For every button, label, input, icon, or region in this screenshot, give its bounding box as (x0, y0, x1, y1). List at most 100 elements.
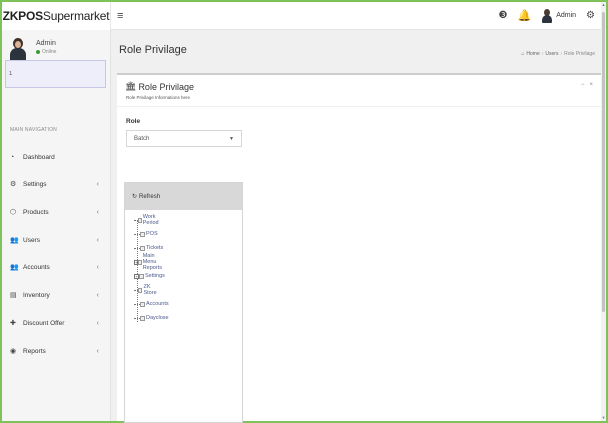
user-status: Online (36, 49, 56, 55)
sidebar-item-products[interactable]: ⬡ Products ‹ (2, 205, 111, 219)
tree-item-work-period[interactable]: Work Period (134, 214, 162, 226)
top-navbar: ≡ ❸ 🔔 Admin ⚙ (111, 2, 603, 30)
tree-item-settings[interactable]: + Settings (134, 272, 165, 280)
users-icon: 👥 (10, 264, 19, 271)
home-icon: ⌂ (521, 51, 525, 57)
checkbox[interactable] (138, 259, 142, 265)
checkbox[interactable] (140, 315, 145, 321)
box-tools: − × (581, 82, 593, 88)
tree-item-label: POS (146, 231, 158, 237)
role-privilage-box: 🏛 Role Privilage Role Privilage Informat… (117, 73, 603, 423)
breadcrumb-users[interactable]: Users (545, 51, 558, 57)
refresh-label: Refresh (139, 193, 161, 200)
main-content: Role Privilage ⌂ Home › Users › Role Pri… (111, 30, 603, 423)
chevron-left-icon: ‹ (96, 263, 99, 271)
breadcrumb-current: Role Privilage (564, 51, 595, 57)
tree-item-label: ZK Store (143, 284, 157, 296)
sidebar-item-dashboard[interactable]: ◔ Dashboard (2, 150, 111, 164)
scroll-down-icon[interactable]: ▼ (601, 415, 606, 421)
caret-down-icon: ▼ (229, 135, 234, 142)
tree-item-zk-store[interactable]: ZK Store (134, 284, 159, 296)
brand-bold: ZKPOS (2, 9, 44, 23)
sidebar-search-box[interactable] (5, 60, 106, 88)
sidebar-item-users[interactable]: 👥 Users ‹ (2, 233, 111, 247)
chevron-left-icon: ‹ (96, 236, 99, 244)
tree-item-tickets[interactable]: Tickets (134, 244, 163, 252)
close-icon[interactable]: × (589, 82, 593, 88)
user-menu-name: Admin (556, 12, 577, 19)
sidebar-item-inventory[interactable]: ▤ Inventory ‹ (2, 288, 111, 302)
brand-logo[interactable]: ZKPOS Supermarket (2, 2, 111, 30)
checkbox[interactable] (140, 231, 145, 237)
sidebar-search-input[interactable] (6, 61, 105, 87)
chevron-left-icon: ‹ (96, 319, 99, 327)
breadcrumb-home[interactable]: Home (526, 51, 539, 57)
tree-refresh-bar[interactable]: ↻ Refresh (125, 183, 242, 210)
sidebar-item-label: Discount Offer (23, 319, 65, 327)
sidebar-item-label: Inventory (23, 291, 50, 299)
gears-icon[interactable]: ⚙ (586, 10, 595, 21)
sidebar-item-reports[interactable]: ◉ Reports ‹ (2, 344, 111, 358)
sidebar-item-label: Users (23, 236, 40, 244)
tree-item-label: Tickets (146, 245, 164, 251)
role-select-value: Batch (134, 135, 150, 142)
role-label: Role (126, 118, 141, 125)
plus-icon: ✚ (10, 320, 16, 327)
sidebar-item-discount-offer[interactable]: ✚ Discount Offer ‹ (2, 316, 111, 330)
tree-item-dayclose[interactable]: Dayclose (134, 314, 169, 322)
chevron-left-icon: ‹ (96, 208, 99, 216)
checkbox[interactable] (138, 287, 143, 293)
sidebar-item-label: Settings (23, 180, 47, 188)
cube-icon: ⬡ (10, 209, 17, 216)
refresh-icon: ↻ (132, 194, 138, 200)
breadcrumb-separator: › (541, 51, 544, 57)
page-title: Role Privilage (119, 44, 187, 56)
checkbox[interactable] (139, 273, 144, 279)
sidebar-item-label: Reports (23, 347, 46, 355)
tree-item-accounts[interactable]: Accounts (134, 300, 169, 308)
privilege-tree-panel: ↻ Refresh Work Period POS Tickets + Main… (124, 182, 243, 423)
user-menu[interactable]: Admin (541, 8, 577, 23)
sidebar-item-label: Accounts (23, 263, 50, 271)
bank-icon: 🏛 (125, 81, 137, 91)
avatar (10, 38, 26, 62)
status-dot-icon (36, 50, 40, 54)
sidebar: Admin Online MAIN NAVIGATION ◔ Dashboard… (2, 30, 111, 421)
scroll-up-icon[interactable]: ▲ (601, 2, 606, 8)
users-icon: 👥 (10, 237, 19, 244)
chevron-left-icon: ‹ (96, 291, 99, 299)
nav-header: MAIN NAVIGATION (10, 127, 57, 133)
page-scrollbar[interactable]: ▲ ▼ (601, 2, 606, 421)
checkbox[interactable] (140, 245, 145, 251)
collapse-icon[interactable]: − (581, 82, 585, 88)
tree-item-pos[interactable]: POS (134, 230, 158, 238)
gear-icon: ⚙ (10, 181, 17, 188)
user-panel-name: Admin (36, 40, 56, 47)
box-subtitle: Role Privilage Informations here (126, 95, 191, 100)
avatar (541, 8, 553, 23)
bell-icon[interactable]: 🔔 (517, 9, 531, 22)
sidebar-item-label: Dashboard (23, 153, 55, 161)
box-title: 🏛 Role Privilage (125, 81, 194, 92)
sidebar-item-accounts[interactable]: 👥 Accounts ‹ (2, 260, 111, 274)
checkbox[interactable] (140, 301, 145, 307)
user-panel: Admin Online (2, 30, 111, 88)
inventory-icon: ▤ (10, 292, 17, 299)
eye-icon: ◉ (10, 348, 17, 355)
role-select[interactable]: Batch ▼ (126, 130, 242, 147)
hamburger-icon[interactable]: ≡ (117, 10, 123, 22)
breadcrumb-separator: › (560, 51, 563, 57)
box-title-text: Role Privilage (138, 81, 194, 92)
info-icon[interactable]: ❸ (499, 10, 508, 21)
tree-item-main-menu-reports[interactable]: + Main Menu Reports (134, 253, 164, 271)
checkbox[interactable] (137, 217, 142, 223)
scrollbar-thumb[interactable] (602, 12, 605, 312)
tree-item-label: Settings (145, 273, 165, 279)
tree-item-label: Dayclose (146, 315, 169, 321)
sidebar-item-settings[interactable]: ⚙ Settings ‹ (2, 177, 111, 191)
user-status-label: Online (42, 49, 57, 55)
brand-rest: Supermarket (42, 9, 110, 23)
tree-item-label: Main Menu Reports (142, 253, 162, 271)
sidebar-item-label: Products (23, 208, 49, 216)
chevron-left-icon: ‹ (96, 347, 99, 355)
